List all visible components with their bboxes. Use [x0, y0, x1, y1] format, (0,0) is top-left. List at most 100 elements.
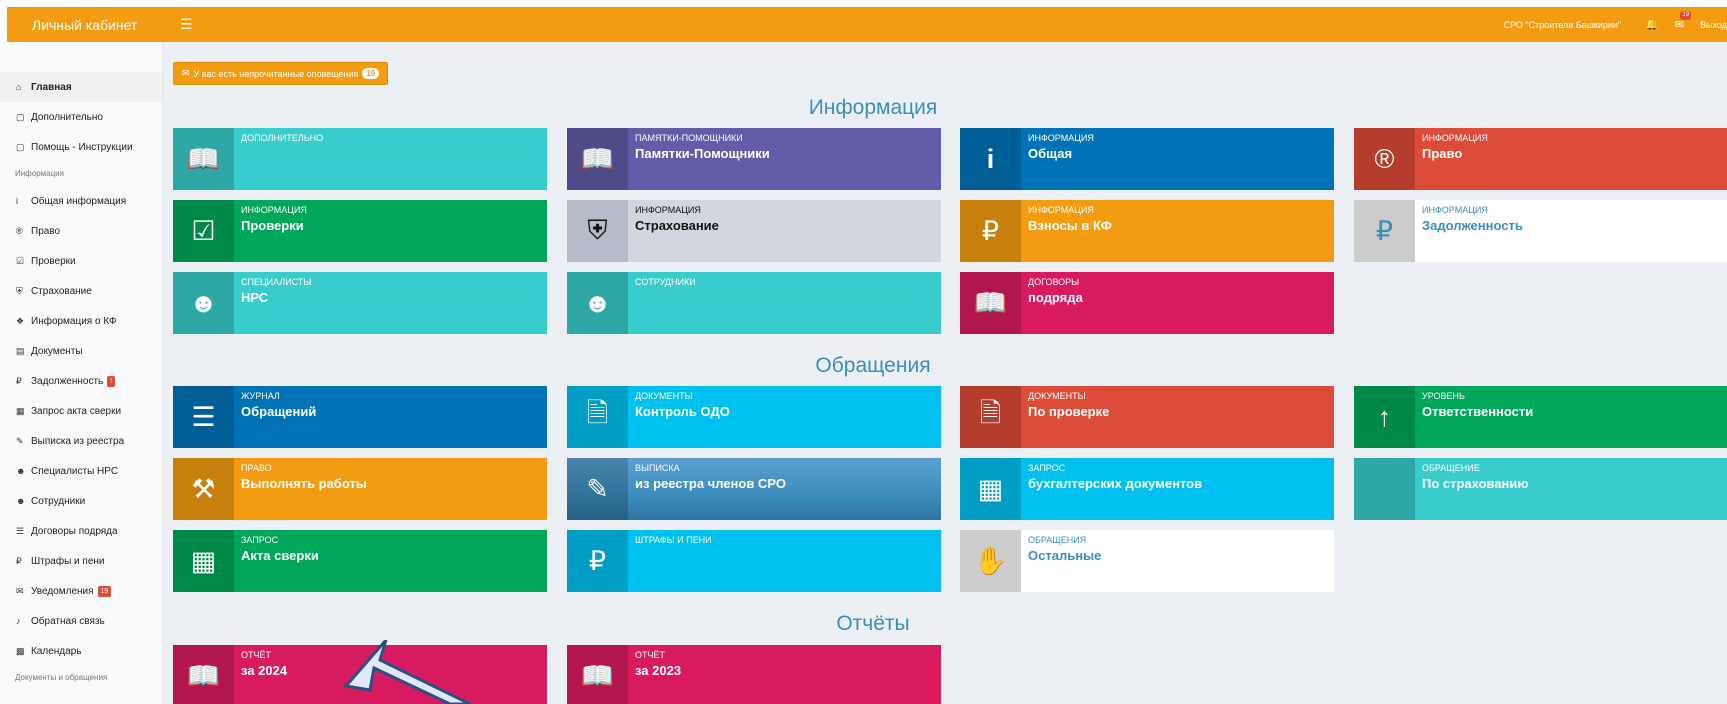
- tile-name: По страхованию: [1422, 476, 1529, 491]
- tile-caption: ИНФОРМАЦИЯ: [1422, 205, 1488, 215]
- tile-name: подряда: [1028, 290, 1083, 305]
- tile-name: Взносы в КФ: [1028, 218, 1112, 233]
- section-title-info: Информация: [808, 96, 938, 119]
- tile-registry-extract[interactable]: ✎ ВЫПИСКА из реестра членов СРО: [567, 458, 941, 520]
- sidebar-header-info: Информация: [15, 169, 64, 178]
- sidebar-item-label: Право: [31, 225, 61, 237]
- tile-caption: ИНФОРМАЦИЯ: [241, 205, 307, 215]
- notifications-badge: 19: [97, 585, 112, 597]
- book-icon: ▢: [16, 141, 25, 152]
- sidebar-item-help[interactable]: ▢ Помощь - Инструкции: [0, 132, 162, 162]
- tile-inspections[interactable]: ☑ ИНФОРМАЦИЯ Проверки: [173, 200, 547, 262]
- tile-additional[interactable]: 📖 ДОПОЛНИТЕЛЬНО: [173, 128, 547, 190]
- tile-debt[interactable]: ₽ ИНФОРМАЦИЯ Задолженность: [1354, 200, 1727, 262]
- ruble-icon: ₽: [16, 375, 22, 386]
- tile-employees[interactable]: ☻ СОТРУДНИКИ: [567, 272, 941, 334]
- tile-contracts[interactable]: 📖 ДОГОВОРЫ подряда: [960, 272, 1334, 334]
- sidebar-item-label: Обратная связь: [31, 615, 105, 627]
- ruble-icon: ₽: [16, 555, 22, 566]
- sidebar-item-documents[interactable]: ▤ Документы: [0, 336, 162, 366]
- tile-kf-contributions[interactable]: ₽ ИНФОРМАЦИЯ Взносы в КФ: [960, 200, 1334, 262]
- sidebar-item-label: Выписка из реестра: [31, 435, 125, 447]
- tile-name: бухгалтерских документов: [1028, 476, 1203, 491]
- sidebar: ⌂ Главная ▢ Дополнительно ▢ Помощь - Инстру…: [0, 42, 163, 704]
- book-icon: 📖: [567, 645, 628, 704]
- envelope-icon: ✉: [182, 68, 190, 78]
- sidebar-header-docs: Документы и обращения: [15, 673, 108, 682]
- sidebar-item-notifications[interactable]: ✉ Уведомления 19: [0, 576, 162, 606]
- sidebar-item-label: Запрос акта сверки: [31, 405, 122, 417]
- sidebar-item-contracts[interactable]: ☰ Договоры подряда: [0, 516, 162, 546]
- sidebar-item-label: Документы: [31, 345, 83, 357]
- calendar-check-icon: ☑: [16, 255, 25, 266]
- home-icon: ⌂: [16, 82, 22, 92]
- tile-caption: ПРАВО: [241, 463, 272, 473]
- tile-inspection-docs[interactable]: 🗎 ДОКУМЕНТЫ По проверке: [960, 386, 1334, 448]
- envelope-icon: ✉: [16, 585, 24, 596]
- users-icon: ☻: [16, 496, 26, 506]
- hamburger-icon[interactable]: ☰: [180, 16, 193, 33]
- shield-icon: ⛨: [16, 285, 23, 296]
- section-title-requests: Обращения: [815, 354, 931, 377]
- sidebar-item-insurance[interactable]: ⛨ Страхование: [0, 276, 162, 306]
- tile-caption: ПАМЯТКИ-ПОМОЩНИКИ: [635, 133, 743, 143]
- calculator-icon: ▦: [16, 405, 25, 416]
- alert-count-badge: 19: [362, 68, 380, 79]
- sidebar-item-employees[interactable]: ☻ Сотрудники: [0, 486, 162, 516]
- sidebar-item-feedback[interactable]: ♪ Обратная связь: [0, 606, 162, 636]
- tile-nrs-specialists[interactable]: ☻ СПЕЦИАЛИСТЫ НРС: [173, 272, 547, 334]
- sidebar-item-label: Общая информация: [31, 195, 127, 207]
- sidebar-item-registry-extract[interactable]: ✎ Выписка из реестра: [0, 426, 162, 456]
- tile-caption: ШТРАФЫ И ПЕНИ: [635, 535, 712, 545]
- sidebar-item-fines[interactable]: ₽ Штрафы и пени: [0, 546, 162, 576]
- tile-requests-journal[interactable]: ☰ ЖУРНАЛ Обращений: [173, 386, 547, 448]
- bell-icon[interactable]: 🔔: [1645, 18, 1659, 31]
- envelope-icon[interactable]: ✉ 19: [1675, 11, 1692, 31]
- tile-caption: ОТЧЁТ: [241, 650, 272, 660]
- tile-general[interactable]: i ИНФОРМАЦИЯ Общая: [960, 128, 1334, 190]
- tile-name: Задолженность: [1422, 218, 1523, 233]
- tile-report-2023[interactable]: 📖 ОТЧЁТ за 2023: [567, 645, 941, 704]
- tile-caption: ОБРАЩЕНИЕ: [1422, 463, 1480, 473]
- gavel-icon: ⚒: [173, 458, 234, 520]
- tile-caption: ИНФОРМАЦИЯ: [1028, 133, 1094, 143]
- tile-odo-control[interactable]: 🗎 ДОКУМЕНТЫ Контроль ОДО: [567, 386, 941, 448]
- book-icon: 📖: [960, 272, 1021, 334]
- sidebar-item-label: Помощь - Инструкции: [31, 141, 133, 153]
- tile-insurance[interactable]: ⛨ ИНФОРМАЦИЯ Страхование: [567, 200, 941, 262]
- list-icon: ☰: [16, 525, 25, 536]
- tile-caption: ОБРАЩЕНИЯ: [1028, 535, 1087, 545]
- sidebar-item-kf-info[interactable]: ❖ Информация о КФ: [0, 306, 162, 336]
- tile-name: Общая: [1028, 146, 1073, 161]
- tile-other-requests[interactable]: ✋ ОБРАЩЕНИЯ Остальные: [960, 530, 1334, 592]
- tile-accounting-docs[interactable]: ▦ ЗАПРОС бухгалтерских документов: [960, 458, 1334, 520]
- tile-responsibility-level[interactable]: ↑ УРОВЕНЬ Ответственности: [1354, 386, 1727, 448]
- book-icon: 📖: [567, 128, 628, 190]
- tile-insurance-request[interactable]: ОБРАЩЕНИЕ По страхованию: [1354, 458, 1727, 520]
- sidebar-item-law[interactable]: ® Право: [0, 216, 162, 246]
- unread-notifications-button[interactable]: ✉ У вас есть непрочитанные оповещения 19: [173, 62, 389, 85]
- sidebar-item-home[interactable]: ⌂ Главная: [0, 72, 162, 102]
- tile-name: По проверке: [1028, 404, 1110, 419]
- tile-caption: ЗАПРОС: [1028, 463, 1066, 473]
- tile-fines[interactable]: ₽ ШТРАФЫ И ПЕНИ: [567, 530, 941, 592]
- tile-memos[interactable]: 📖 ПАМЯТКИ-ПОМОЩНИКИ Памятки-Помощники: [567, 128, 941, 190]
- tile-law[interactable]: ® ИНФОРМАЦИЯ Право: [1354, 128, 1727, 190]
- brand-title[interactable]: Личный кабинет: [7, 17, 187, 33]
- sidebar-item-specialists[interactable]: ☻ Специалисты НРС: [0, 456, 162, 486]
- sidebar-item-general-info[interactable]: i Общая информация: [0, 186, 162, 216]
- tile-work-permit[interactable]: ⚒ ПРАВО Выполнять работы: [173, 458, 547, 520]
- info-icon: i: [960, 128, 1021, 190]
- tile-reconciliation[interactable]: ▦ ЗАПРОС Акта сверки: [173, 530, 547, 592]
- org-name[interactable]: СРО "Строители Башкирии": [1504, 20, 1622, 30]
- tile-caption: УРОВЕНЬ: [1422, 391, 1465, 401]
- sidebar-item-reconciliation[interactable]: ▦ Запрос акта сверки: [0, 396, 162, 426]
- sidebar-item-additional[interactable]: ▢ Дополнительно: [0, 102, 162, 132]
- tile-name: Выполнять работы: [241, 476, 367, 491]
- tile-caption: ВЫПИСКА: [635, 463, 680, 473]
- tile-name: Обращений: [241, 404, 317, 419]
- sidebar-item-debt[interactable]: ₽ Задолженность!: [0, 366, 162, 396]
- logout-link[interactable]: Выход: [1700, 20, 1727, 30]
- sidebar-item-inspections[interactable]: ☑ Проверки: [0, 246, 162, 276]
- sidebar-item-calendar[interactable]: ▩ Календарь: [0, 636, 162, 666]
